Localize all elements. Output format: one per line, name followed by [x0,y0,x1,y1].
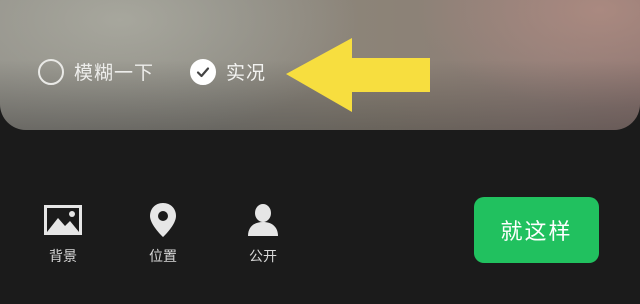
arrow-left-icon [286,38,430,112]
live-photo-option-label: 实况 [226,62,267,84]
blur-option-label: 模糊一下 [74,62,155,84]
live-photo-option[interactable]: 实况 [190,58,266,85]
blur-option[interactable]: 模糊一下 [38,58,154,85]
radio-unchecked-icon[interactable] [38,58,64,85]
toolbar-visibility-label: 公开 [249,249,277,265]
person-icon [246,202,280,238]
toolbar-location-label: 位置 [149,249,177,265]
photo-preview: 模糊一下 实况 [0,0,640,130]
toolbar-background-label: 背景 [49,249,77,265]
image-icon [43,202,83,238]
location-pin-icon [148,202,178,238]
toolbar-background[interactable]: 背景 [38,202,88,266]
confirm-button[interactable]: 就这样 [474,197,599,263]
toolbar-location[interactable]: 位置 [138,202,188,266]
toolbar-visibility[interactable]: 公开 [238,202,288,266]
checkmark-icon[interactable] [190,58,216,85]
